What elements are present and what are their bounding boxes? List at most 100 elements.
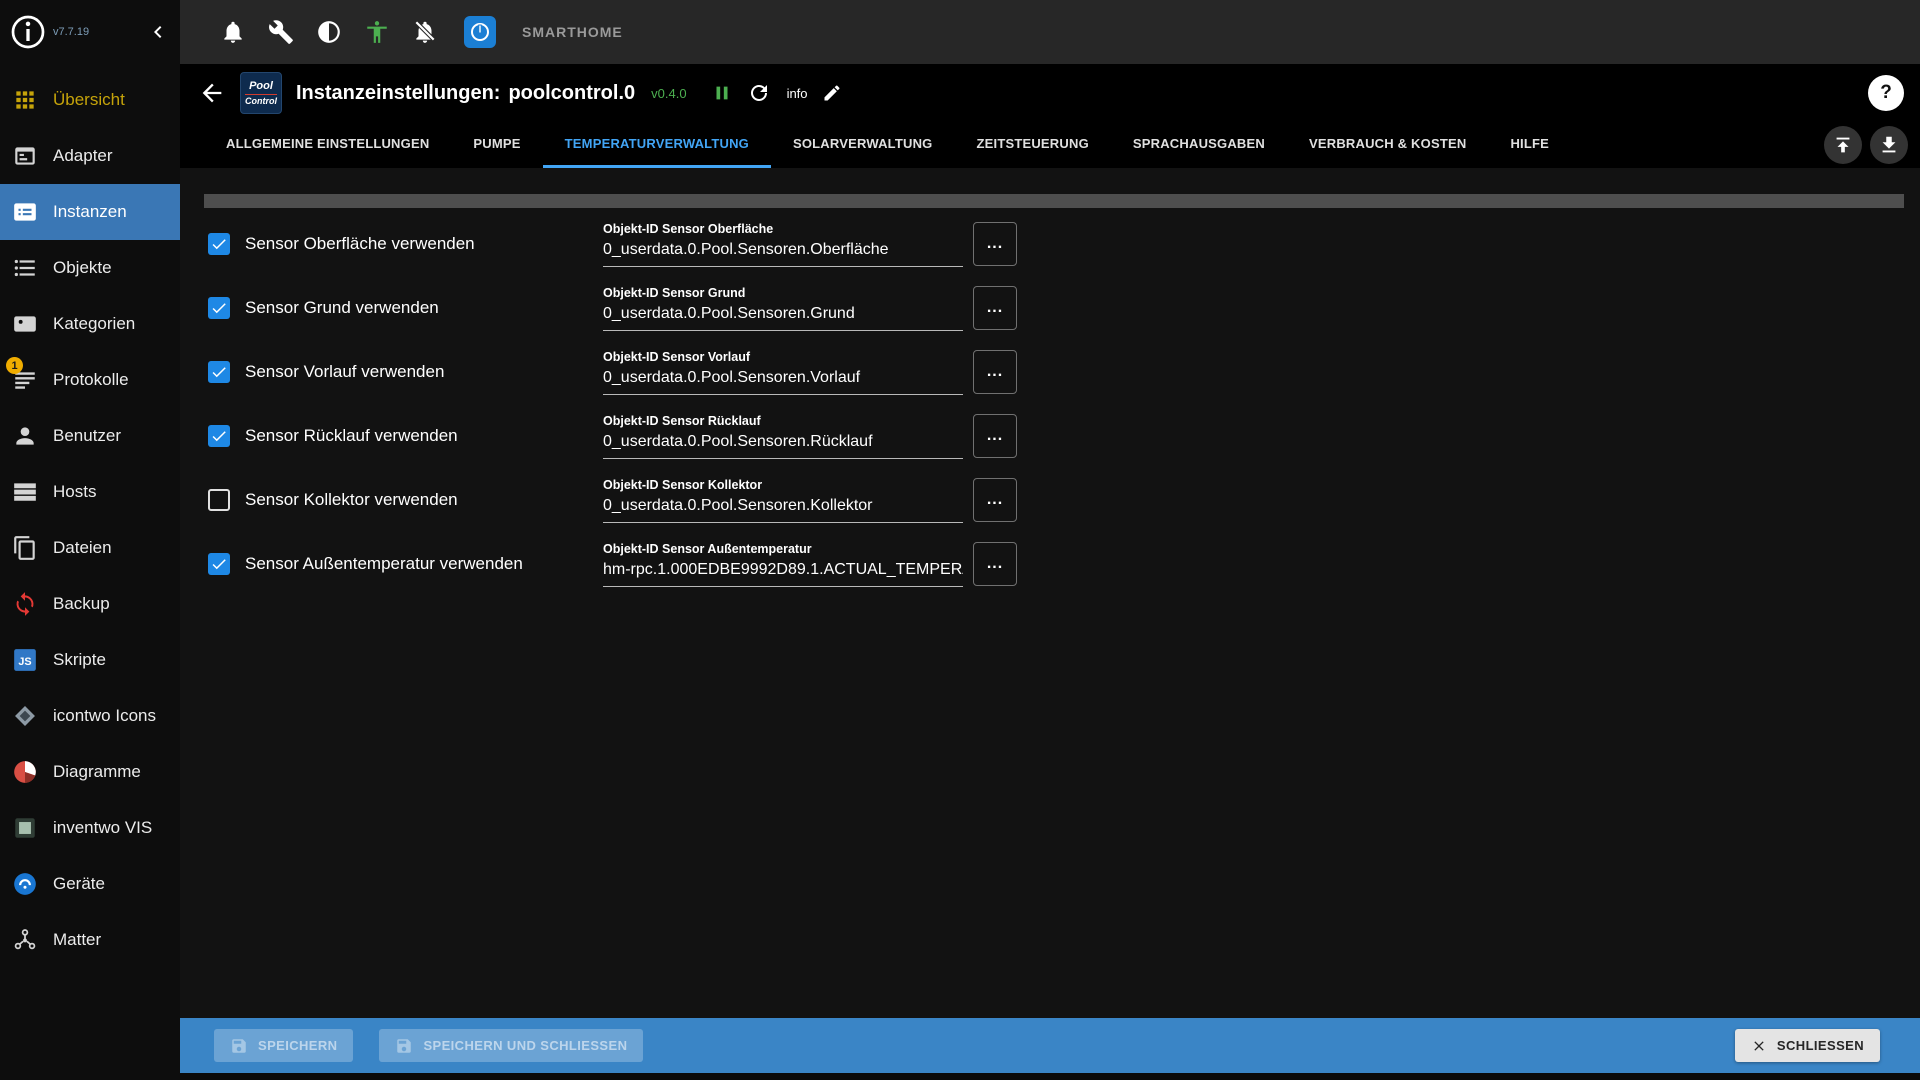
field-value: 0_userdata.0.Pool.Sensoren.Grund — [603, 305, 963, 323]
object-id-field[interactable]: Objekt-ID Sensor Rücklauf0_userdata.0.Po… — [603, 414, 963, 459]
settings-content: Sensor Oberfläche verwenden Objekt-ID Sen… — [180, 168, 1920, 1018]
field-value: hm-rpc.1.000EDBE9992D89.1.ACTUAL_TEMPERA — [603, 561, 963, 579]
system-settings-wrench-icon[interactable] — [268, 19, 294, 45]
checkbox[interactable] — [208, 297, 230, 319]
checkbox[interactable] — [208, 489, 230, 511]
sidebar-item-protokolle[interactable]: 1Protokolle — [0, 352, 180, 408]
pause-instance-button[interactable] — [711, 82, 733, 104]
sidebar-item-hosts[interactable]: Hosts — [0, 464, 180, 520]
sidebar-item-label: Objekte — [53, 258, 112, 278]
object-picker-button[interactable]: ... — [973, 222, 1017, 266]
topbar: SMARTHOME — [180, 0, 1920, 64]
refresh-button[interactable] — [747, 81, 771, 105]
back-button[interactable] — [198, 79, 226, 107]
page-title-prefix: Instanzeinstellungen: — [296, 82, 500, 105]
sidebar-item-objekte[interactable]: Objekte — [0, 240, 180, 296]
accessibility-icon[interactable] — [364, 19, 390, 45]
sidebar-item-inventwo-vis[interactable]: inventwo VIS — [0, 800, 180, 856]
backup-icon — [12, 591, 38, 617]
checkbox[interactable] — [208, 233, 230, 255]
tab-temperatur[interactable]: TEMPERATURVERWALTUNG — [543, 122, 771, 168]
edit-pencil-button[interactable] — [822, 83, 842, 103]
app-name: SMARTHOME — [522, 24, 623, 40]
checkbox[interactable] — [208, 553, 230, 575]
tab-solar[interactable]: SOLARVERWALTUNG — [771, 122, 955, 168]
checkbox[interactable] — [208, 361, 230, 383]
objects-icon — [12, 255, 38, 281]
save-icon — [395, 1037, 413, 1055]
save-button[interactable]: SPEICHERN — [214, 1029, 353, 1062]
grid-icon — [12, 87, 38, 113]
adapter-icon — [12, 143, 38, 169]
object-picker-button[interactable]: ... — [973, 286, 1017, 330]
horizontal-scrollbar[interactable] — [204, 194, 1904, 208]
sidebar-item-label: Matter — [53, 930, 101, 950]
sidebar-item-benutzer[interactable]: Benutzer — [0, 408, 180, 464]
sidebar-header: v7.7.19 — [0, 0, 180, 64]
categories-icon — [12, 311, 38, 337]
notifications-bell-icon[interactable] — [220, 19, 246, 45]
sidebar-collapse-button[interactable] — [146, 20, 170, 44]
field-value: 0_userdata.0.Pool.Sensoren.Kollektor — [603, 497, 963, 515]
tab-allgemeine[interactable]: ALLGEMEINE EINSTELLUNGEN — [204, 122, 451, 168]
import-settings-button[interactable] — [1824, 126, 1862, 164]
sidebar-item-kategorien[interactable]: Kategorien — [0, 296, 180, 352]
checkbox-cell: Sensor Oberfläche verwenden — [208, 233, 603, 255]
checkbox-cell: Sensor Rücklauf verwenden — [208, 425, 603, 447]
sidebar-item-label: Instanzen — [53, 202, 127, 222]
field-value: 0_userdata.0.Pool.Sensoren.Rücklauf — [603, 433, 963, 451]
tab-list: ALLGEMEINE EINSTELLUNGENPUMPETEMPERATURV… — [204, 122, 1571, 168]
sidebar: v7.7.19 ÜbersichtAdapter Instanzen Objekte… — [0, 0, 180, 1080]
object-picker-button[interactable]: ... — [973, 414, 1017, 458]
user-icon — [12, 423, 38, 449]
form-row: Sensor Außentemperatur verwendenObjekt-I… — [208, 532, 1880, 596]
tab-verbrauch[interactable]: VERBRAUCH & KOSTEN — [1287, 122, 1488, 168]
hosts-icon — [12, 479, 38, 505]
form-row: Sensor Rücklauf verwendenObjekt-ID Senso… — [208, 404, 1880, 468]
object-id-field[interactable]: Objekt-ID Sensor Kollektor0_userdata.0.P… — [603, 478, 963, 523]
sidebar-item-adapter[interactable]: Adapter — [0, 128, 180, 184]
sidebar-item-dateien[interactable]: Dateien — [0, 520, 180, 576]
sidebar-item-label: Diagramme — [53, 762, 141, 782]
checkbox-label: Sensor Kollektor verwenden — [245, 490, 458, 510]
sidebar-item-backup[interactable]: Backup — [0, 576, 180, 632]
instance-header: Pool Control Instanzeinstellungen: poolc… — [180, 64, 1920, 122]
object-id-field[interactable]: Objekt-ID Sensor Oberfläche 0_userdata.0.… — [603, 222, 963, 267]
sidebar-item-instanzen[interactable]: Instanzen — [0, 184, 180, 240]
object-id-field[interactable]: Objekt-ID Sensor Außentemperaturhm-rpc.1… — [603, 542, 963, 587]
close-icon — [1751, 1038, 1767, 1054]
object-id-field[interactable]: Objekt-ID Sensor Vorlauf0_userdata.0.Poo… — [603, 350, 963, 395]
field-cell: Objekt-ID Sensor Vorlauf0_userdata.0.Poo… — [603, 350, 1017, 395]
close-button-label: SCHLIESSEN — [1777, 1038, 1864, 1053]
sidebar-item-matter[interactable]: Matter — [0, 912, 180, 968]
field-label: Objekt-ID Sensor Oberfläche — [603, 222, 963, 236]
temperature-settings-form: Sensor Oberfläche verwenden Objekt-ID Sen… — [208, 212, 1880, 596]
tab-sprache[interactable]: SPRACHAUSGABEN — [1111, 122, 1287, 168]
log-level-label: info — [787, 86, 808, 101]
sidebar-item-icontwo[interactable]: icontwo Icons — [0, 688, 180, 744]
sidebar-item-skripte[interactable]: JSSkripte — [0, 632, 180, 688]
sidebar-item-label: Geräte — [53, 874, 105, 894]
theme-contrast-icon[interactable] — [316, 19, 342, 45]
object-picker-button[interactable]: ... — [973, 542, 1017, 586]
sidebar-item-geraete[interactable]: Geräte — [0, 856, 180, 912]
form-row: Sensor Grund verwendenObjekt-ID Sensor G… — [208, 276, 1880, 340]
checkbox[interactable] — [208, 425, 230, 447]
sidebar-item-uebersicht[interactable]: Übersicht — [0, 72, 180, 128]
object-id-field[interactable]: Objekt-ID Sensor Grund0_userdata.0.Pool.… — [603, 286, 963, 331]
export-settings-button[interactable] — [1870, 126, 1908, 164]
object-picker-button[interactable]: ... — [973, 478, 1017, 522]
sidebar-item-diagramme[interactable]: Diagramme — [0, 744, 180, 800]
tab-zeit[interactable]: ZEITSTEUERUNG — [955, 122, 1111, 168]
tab-pumpe[interactable]: PUMPE — [451, 122, 542, 168]
form-row: Sensor Kollektor verwenden Objekt-ID Sens… — [208, 468, 1880, 532]
notifications-off-icon[interactable] — [412, 19, 438, 45]
help-button[interactable]: ? — [1868, 75, 1904, 111]
checkbox-label: Sensor Oberfläche verwenden — [245, 234, 475, 254]
tab-hilfe[interactable]: HILFE — [1488, 122, 1571, 168]
object-picker-button[interactable]: ... — [973, 350, 1017, 394]
save-and-close-button[interactable]: SPEICHERN UND SCHLIESSEN — [379, 1029, 643, 1062]
field-value: 0_userdata.0.Pool.Sensoren.Oberfläche — [603, 241, 963, 259]
close-button[interactable]: SCHLIESSEN — [1735, 1029, 1880, 1062]
form-row: Sensor Oberfläche verwenden Objekt-ID Sen… — [208, 212, 1880, 276]
